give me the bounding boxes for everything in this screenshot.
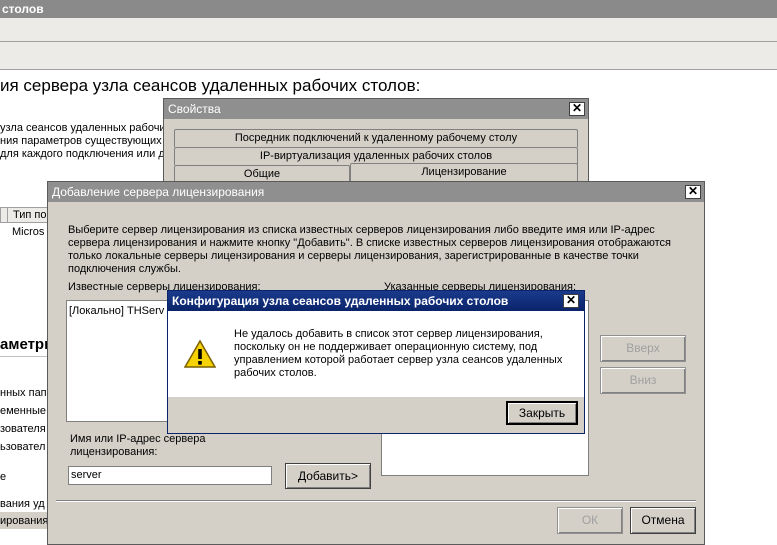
warning-icon <box>184 339 216 368</box>
error-dialog: Конфигурация узла сеансов удаленных рабо… <box>167 290 585 434</box>
description-line-1: узла сеансов удаленных рабочих <box>0 122 172 134</box>
license-close-button[interactable]: ✕ <box>685 185 701 199</box>
server-name-input[interactable]: server <box>68 466 272 485</box>
properties-dialog: Свойства ✕ Посредник подключений к удале… <box>163 98 589 188</box>
list-item[interactable]: еменные <box>0 405 46 417</box>
server-name-label: Имя или IP-адрес сервера лицензирования: <box>70 433 206 458</box>
license-description: Выберите сервер лицензирования из списка… <box>68 224 671 275</box>
column-header-type[interactable]: Тип по <box>13 208 46 222</box>
table-cell[interactable]: Micros <box>12 226 44 238</box>
ok-button[interactable]: ОК <box>557 507 623 534</box>
add-button[interactable]: Добавить> <box>285 463 371 489</box>
move-up-button[interactable]: Вверх <box>600 335 686 362</box>
close-button[interactable]: Закрыть <box>506 401 578 425</box>
description-line-3: для каждого подключения или д <box>0 148 165 160</box>
page-heading: ия сервера узла сеансов удаленных рабочи… <box>0 76 421 95</box>
license-dialog-title: Добавление сервера лицензирования <box>48 182 704 202</box>
menu-bar <box>0 18 777 42</box>
error-dialog-title: Конфигурация узла сеансов удаленных рабо… <box>168 291 584 311</box>
main-window-title: столов <box>0 0 777 18</box>
list-item[interactable]: е <box>0 471 6 483</box>
list-item[interactable]: нных папо <box>0 387 53 399</box>
message-area: Не удалось добавить в список этот сервер… <box>168 311 584 397</box>
properties-close-button[interactable]: ✕ <box>569 102 585 116</box>
list-item[interactable]: ьзовател <box>0 441 45 453</box>
section-divider <box>0 356 48 357</box>
tab-connection-broker[interactable]: Посредник подключений к удаленному рабоч… <box>174 129 578 147</box>
properties-dialog-title: Свойства <box>164 99 588 119</box>
tab-licensing[interactable]: Лицензирование <box>350 163 578 183</box>
error-message: Не удалось добавить в список этот сервер… <box>234 328 563 379</box>
description-line-2: ния параметров существующих <box>0 135 162 147</box>
separator <box>56 500 696 502</box>
list-item[interactable]: зователя <box>0 423 46 435</box>
error-close-button[interactable]: ✕ <box>563 294 579 308</box>
toolbar <box>0 42 777 70</box>
cancel-button[interactable]: Отмена <box>630 507 696 534</box>
list-item[interactable]: вания уд <box>0 498 45 510</box>
list-item[interactable]: ирования <box>0 515 48 527</box>
table-header[interactable]: Тип по <box>0 207 48 223</box>
move-down-button[interactable]: Вниз <box>600 367 686 394</box>
